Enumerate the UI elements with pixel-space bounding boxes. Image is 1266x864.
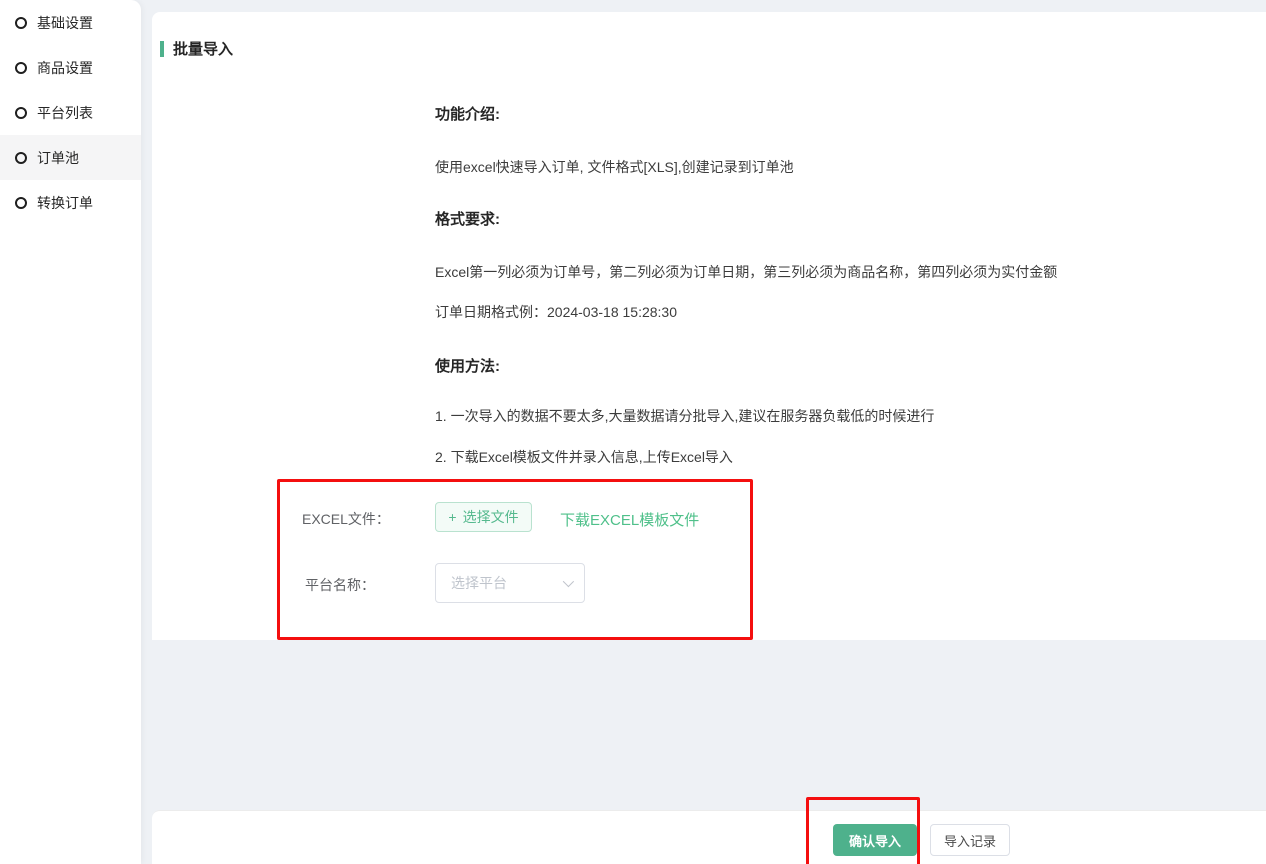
page-header: 批量导入 — [160, 38, 233, 59]
circle-icon — [15, 197, 27, 209]
footer-action-bar: 确认导入 导入记录 — [152, 810, 1266, 864]
circle-icon — [15, 152, 27, 164]
download-excel-template-link[interactable]: 下载EXCEL模板文件 — [560, 509, 699, 530]
intro-body: 使用excel快速导入订单, 文件格式[XLS],创建记录到订单池 — [435, 157, 794, 177]
platform-select[interactable]: 选择平台 — [435, 563, 585, 603]
usage-step-1: 1. 一次导入的数据不要太多,大量数据请分批导入,建议在服务器负载低的时候进行 — [435, 406, 934, 426]
usage-heading: 使用方法: — [435, 355, 500, 376]
sidebar-item-product-settings[interactable]: 商品设置 — [0, 45, 141, 90]
platform-name-label: 平台名称： — [305, 575, 375, 595]
choose-file-button[interactable]: + 选择文件 — [435, 502, 532, 532]
main-content-card: 批量导入 功能介绍: 使用excel快速导入订单, 文件格式[XLS],创建记录… — [152, 12, 1266, 640]
sidebar-item-order-pool[interactable]: 订单池 — [0, 135, 141, 180]
format-body: Excel第一列必须为订单号，第二列必须为订单日期，第三列必须为商品名称，第四列… — [435, 262, 1057, 282]
sidebar-item-label: 平台列表 — [37, 103, 93, 123]
intro-heading: 功能介绍: — [435, 103, 500, 124]
circle-icon — [15, 62, 27, 74]
circle-icon — [15, 17, 27, 29]
title-accent-bar — [160, 41, 164, 57]
sidebar: 基础设置 商品设置 平台列表 订单池 转换订单 — [0, 0, 141, 864]
import-records-button[interactable]: 导入记录 — [930, 824, 1010, 856]
page-title: 批量导入 — [173, 38, 233, 59]
sidebar-item-platform-list[interactable]: 平台列表 — [0, 90, 141, 135]
confirm-import-button[interactable]: 确认导入 — [833, 824, 917, 856]
sidebar-item-basic-settings[interactable]: 基础设置 — [0, 0, 141, 45]
sidebar-item-label: 商品设置 — [37, 58, 93, 78]
usage-step-2: 2. 下载Excel模板文件并录入信息,上传Excel导入 — [435, 447, 733, 467]
platform-select-placeholder: 选择平台 — [451, 573, 507, 593]
choose-file-button-label: 选择文件 — [463, 507, 519, 527]
format-example: 订单日期格式例：2024-03-18 15:28:30 — [435, 302, 677, 322]
excel-file-label: EXCEL文件： — [302, 509, 390, 529]
sidebar-item-label: 订单池 — [37, 148, 79, 168]
format-heading: 格式要求: — [435, 208, 500, 229]
chevron-down-icon — [563, 576, 574, 587]
plus-icon: + — [448, 509, 456, 525]
sidebar-item-label: 转换订单 — [37, 193, 93, 213]
sidebar-item-convert-order[interactable]: 转换订单 — [0, 180, 141, 225]
sidebar-item-label: 基础设置 — [37, 13, 93, 33]
circle-icon — [15, 107, 27, 119]
